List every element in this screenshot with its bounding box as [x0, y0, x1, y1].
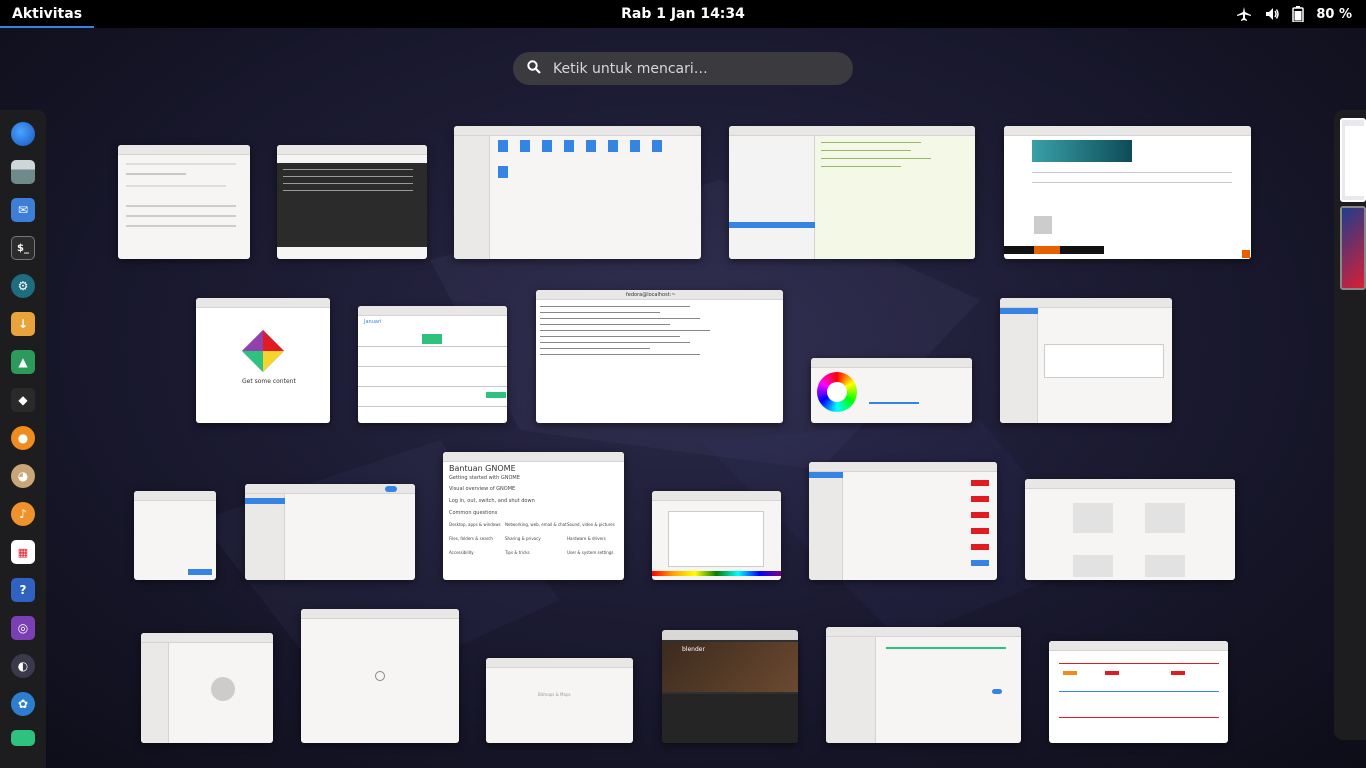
battery-icon[interactable]: [1292, 6, 1305, 22]
window-file-manager[interactable]: [454, 126, 701, 259]
help-category-12[interactable]: User & system settings: [567, 550, 613, 555]
help-category-4[interactable]: Desktop, apps & windows: [449, 522, 501, 527]
window-font-viewer[interactable]: [118, 145, 250, 259]
workspace-panel: [1334, 110, 1366, 740]
workspace-1[interactable]: [1340, 118, 1366, 202]
disk-icon[interactable]: ◐: [11, 654, 35, 678]
window-loading[interactable]: [301, 609, 459, 743]
help-category-6[interactable]: Sound, video & pictures: [567, 522, 615, 527]
window-passwords[interactable]: [141, 633, 273, 743]
rhythmbox-icon[interactable]: ♪: [11, 502, 35, 526]
help-category-7[interactable]: Files, folders & search: [449, 536, 493, 541]
window-calculator[interactable]: [134, 491, 216, 580]
gimp-icon[interactable]: ◕: [11, 464, 35, 488]
window-sharing-settings[interactable]: [245, 484, 415, 580]
dash: ✉ $_ ⚙ ↓ ▲ ◆ ● ◕ ♪ ▦ ? ◎ ◐ ✿: [0, 110, 46, 768]
help-subtitle: Getting started with GNOME: [449, 475, 520, 481]
help-category-10[interactable]: Accessibility: [449, 550, 474, 555]
search-input[interactable]: [553, 60, 833, 77]
window-photos[interactable]: Get some content: [196, 298, 330, 423]
window-text-editor[interactable]: [729, 126, 975, 259]
mail-icon[interactable]: ✉: [11, 198, 35, 222]
libreoffice-icon[interactable]: [11, 730, 35, 746]
help-category-11[interactable]: Tips & tricks: [505, 550, 530, 555]
spinner-icon: [375, 671, 385, 681]
help-category-8[interactable]: Sharing & privacy: [505, 536, 541, 541]
system-tray[interactable]: 80 %: [1236, 0, 1352, 28]
window-color-picker[interactable]: [811, 358, 972, 423]
help-category-3[interactable]: Common questions: [449, 510, 497, 516]
battery-percent[interactable]: 80 %: [1316, 7, 1352, 22]
app-icon[interactable]: ⚙: [11, 274, 35, 298]
blender-icon[interactable]: ●: [11, 426, 35, 450]
help-category-5[interactable]: Networking, web, email & chat: [505, 522, 567, 527]
window-web-browser[interactable]: [1004, 126, 1251, 259]
help-icon[interactable]: ?: [11, 578, 35, 602]
window-terminal-dark[interactable]: [277, 145, 427, 259]
terminal-title: fedora@localhost:~: [626, 292, 676, 298]
window-settings-tree[interactable]: [1000, 298, 1172, 423]
window-calendar[interactable]: Januari: [358, 306, 507, 423]
terminal-icon[interactable]: $_: [11, 236, 35, 260]
window-gnome-help[interactable]: Bantuan GNOME Getting started with GNOME…: [443, 452, 624, 580]
help-title: Bantuan GNOME: [449, 464, 516, 473]
volume-icon[interactable]: [1264, 6, 1280, 22]
firefox-icon[interactable]: [11, 122, 35, 146]
clock-area: Rab 1 Jan 14:34: [0, 0, 1366, 28]
image-viewer-icon[interactable]: ▲: [11, 350, 35, 374]
calendar-month: Januari: [364, 319, 382, 325]
download-icon[interactable]: ↓: [11, 312, 35, 336]
blender-brand: blender: [682, 646, 705, 653]
character-map-label: Bitmaps & Maps: [538, 692, 571, 697]
window-drawing[interactable]: [652, 491, 781, 580]
files-icon[interactable]: [11, 160, 35, 184]
photos-empty-label: Get some content: [242, 378, 296, 385]
keys-icon: [211, 677, 235, 701]
help-category-1[interactable]: Visual overview of GNOME: [449, 486, 515, 492]
window-settings-wifi[interactable]: [826, 627, 1021, 743]
clock[interactable]: Rab 1 Jan 14:34: [621, 6, 745, 22]
search-icon: [527, 59, 541, 78]
window-software-center[interactable]: [809, 462, 997, 580]
help-category-9[interactable]: Hardware & drivers: [567, 536, 606, 541]
photo-icon[interactable]: ◎: [11, 616, 35, 640]
help-category-2[interactable]: Log in, out, switch, and shut down: [449, 498, 535, 504]
window-image-library[interactable]: [1025, 479, 1235, 580]
software-icon[interactable]: ✿: [11, 692, 35, 716]
window-character-map[interactable]: Bitmaps & Maps: [486, 658, 633, 743]
calendar-icon[interactable]: ▦: [11, 540, 35, 564]
workspace-2[interactable]: [1340, 206, 1366, 290]
top-bar: Aktivitas Rab 1 Jan 14:34 80 %: [0, 0, 1366, 28]
inkscape-icon[interactable]: ◆: [11, 388, 35, 412]
photos-logo-icon: [242, 330, 284, 372]
airplane-icon[interactable]: [1236, 6, 1252, 22]
activities-button[interactable]: Aktivitas: [0, 0, 95, 28]
search-bar[interactable]: [513, 52, 853, 85]
window-terminal-light[interactable]: fedora@localhost:~: [536, 290, 783, 423]
window-system-monitor[interactable]: [1049, 641, 1228, 743]
window-blender[interactable]: blender: [662, 630, 798, 743]
